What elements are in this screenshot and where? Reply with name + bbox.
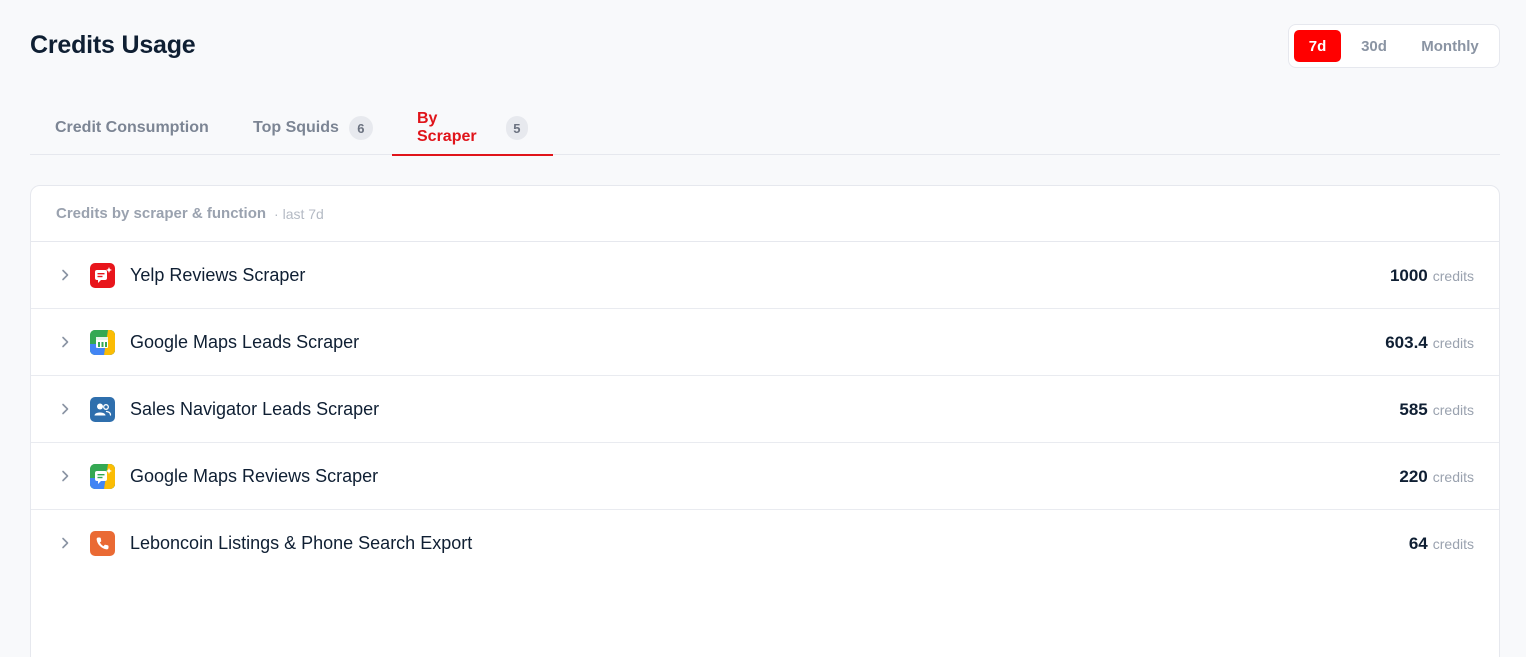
credits-value: 64 credits — [1409, 510, 1474, 577]
tab-by-scraper[interactable]: By Scraper 5 — [392, 100, 553, 156]
card-header: Credits by scraper & function · last 7d — [31, 186, 1499, 242]
tab-credit-consumption[interactable]: Credit Consumption — [55, 100, 209, 156]
tab-count-badge: 6 — [348, 116, 373, 140]
card-subtitle: · last 7d — [274, 205, 324, 222]
scraper-row[interactable]: Sales Navigator Leads Scraper 585 credit… — [31, 376, 1499, 443]
scraper-row[interactable]: Google Maps Leads Scraper 603.4 credits — [31, 309, 1499, 376]
credits-value: 585 credits — [1399, 376, 1474, 443]
chevron-right-icon[interactable] — [59, 334, 71, 350]
google-maps-reviews-icon — [90, 464, 115, 489]
tab-label: Credit Consumption — [55, 119, 209, 136]
scraper-credits-card: Credits by scraper & function · last 7d … — [30, 185, 1500, 657]
google-maps-store-icon — [90, 330, 115, 355]
credits-value: 603.4 credits — [1385, 309, 1474, 376]
tab-count-badge: 5 — [505, 116, 528, 140]
scraper-row[interactable]: Yelp Reviews Scraper 1000 credits — [31, 242, 1499, 309]
time-range-selector: 7d 30d Monthly — [1288, 24, 1500, 68]
scraper-name: Yelp Reviews Scraper — [130, 265, 306, 285]
credits-value: 220 credits — [1399, 443, 1474, 510]
credits-unit: credits — [1432, 535, 1474, 552]
tab-top-squids[interactable]: Top Squids 6 — [253, 100, 373, 156]
credits-unit: credits — [1432, 334, 1474, 351]
scraper-row[interactable]: Google Maps Reviews Scraper 220 credits — [31, 443, 1499, 510]
chevron-right-icon[interactable] — [59, 535, 71, 551]
credits-usage-page: Credits Usage 7d 30d Monthly Credit Cons… — [0, 0, 1526, 657]
scraper-name: Google Maps Reviews Scraper — [130, 466, 379, 486]
tab-label: By Scraper — [417, 110, 477, 145]
chevron-right-icon[interactable] — [59, 468, 71, 484]
credits-number: 64 — [1408, 533, 1428, 553]
tab-label: Top Squids — [253, 119, 339, 136]
credits-number: 585 — [1399, 399, 1428, 419]
scraper-row[interactable]: Leboncoin Listings & Phone Search Export… — [31, 510, 1499, 577]
chevron-right-icon[interactable] — [59, 267, 71, 283]
range-7d-button[interactable]: 7d — [1294, 30, 1341, 62]
page-title: Credits Usage — [30, 31, 196, 59]
scraper-name: Sales Navigator Leads Scraper — [130, 399, 380, 419]
range-monthly-button[interactable]: Monthly — [1407, 30, 1493, 62]
credits-number: 603.4 — [1385, 332, 1428, 352]
yelp-reviews-icon — [90, 263, 115, 288]
scraper-name: Leboncoin Listings & Phone Search Export — [130, 533, 473, 553]
card-title: Credits by scraper & function — [56, 205, 267, 222]
credits-number: 1000 — [1389, 265, 1428, 285]
range-30d-button[interactable]: 30d — [1341, 30, 1407, 62]
phone-icon — [90, 531, 115, 556]
credits-value: 1000 credits — [1390, 242, 1474, 309]
credits-number: 220 — [1399, 466, 1428, 486]
credits-unit: credits — [1432, 401, 1474, 418]
chevron-right-icon[interactable] — [59, 401, 71, 417]
scraper-name: Google Maps Leads Scraper — [130, 332, 360, 352]
credits-unit: credits — [1432, 267, 1474, 284]
tab-bar: Credit Consumption Top Squids 6 By Scrap… — [30, 100, 1500, 156]
users-icon — [90, 397, 115, 422]
credits-unit: credits — [1432, 468, 1474, 485]
